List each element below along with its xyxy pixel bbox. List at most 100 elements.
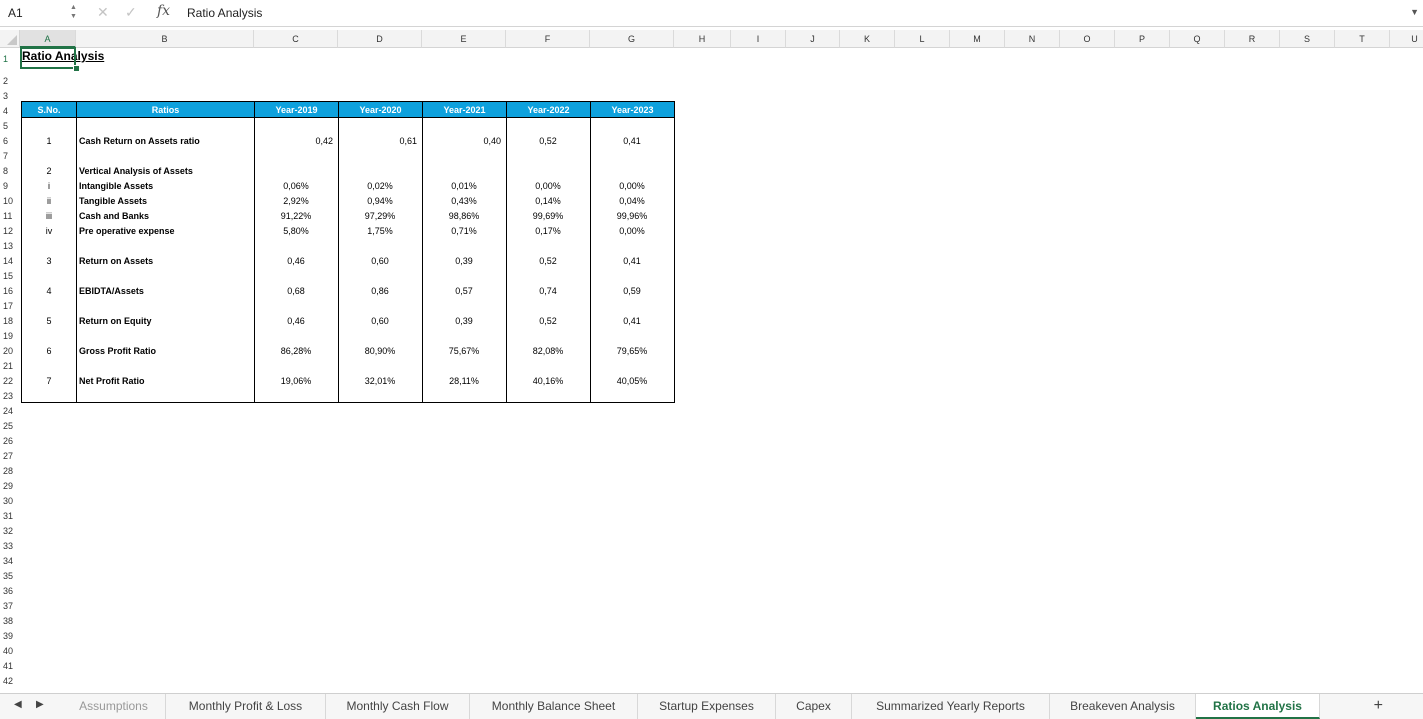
row-header-23[interactable]: 23 [0, 389, 20, 404]
column-header-t[interactable]: T [1335, 30, 1390, 48]
value-cell[interactable]: 91,22% [254, 211, 338, 221]
row-header-42[interactable]: 42 [0, 674, 20, 689]
tab-startup-expenses[interactable]: Startup Expenses [638, 694, 776, 719]
row-header-7[interactable]: 7 [0, 149, 20, 164]
row-header-38[interactable]: 38 [0, 614, 20, 629]
value-cell[interactable]: 0,60 [338, 316, 422, 326]
tab-ratios-analysis[interactable]: Ratios Analysis [1196, 694, 1320, 719]
value-cell[interactable]: 99,69% [506, 211, 590, 221]
row-header-3[interactable]: 3 [0, 89, 20, 104]
scroll-tabs-right-icon[interactable]: ▶ [36, 699, 44, 710]
value-cell[interactable]: 0,00% [590, 226, 674, 236]
tab-breakeven-analysis[interactable]: Breakeven Analysis [1050, 694, 1196, 719]
confirm-icon[interactable]: ✓ [125, 4, 137, 21]
row-header-40[interactable]: 40 [0, 644, 20, 659]
row-header-19[interactable]: 19 [0, 329, 20, 344]
value-cell[interactable]: 86,28% [254, 346, 338, 356]
ratio-cell[interactable]: Cash and Banks [79, 211, 149, 221]
column-header-u[interactable]: U [1390, 30, 1423, 48]
ratio-cell[interactable]: Tangible Assets [79, 196, 147, 206]
row-header-9[interactable]: 9 [0, 179, 20, 194]
ratio-cell[interactable]: EBIDTA/Assets [79, 286, 144, 296]
row-header-24[interactable]: 24 [0, 404, 20, 419]
row-header-29[interactable]: 29 [0, 479, 20, 494]
tab-monthly-balance-sheet[interactable]: Monthly Balance Sheet [470, 694, 638, 719]
header-year-2022[interactable]: Year-2022 [506, 101, 591, 118]
value-cell[interactable]: 40,16% [506, 376, 590, 386]
value-cell[interactable]: 0,04% [590, 196, 674, 206]
column-header-d[interactable]: D [338, 30, 422, 48]
value-cell[interactable]: 0,52 [506, 316, 590, 326]
select-all-corner[interactable] [0, 30, 20, 48]
row-header-22[interactable]: 22 [0, 374, 20, 389]
row-header-12[interactable]: 12 [0, 224, 20, 239]
row-header-33[interactable]: 33 [0, 539, 20, 554]
header-year-2021[interactable]: Year-2021 [422, 101, 507, 118]
value-cell[interactable]: 0,46 [254, 256, 338, 266]
insert-function-icon[interactable]: fx [157, 3, 170, 19]
scroll-tabs-left-icon[interactable]: ◀ [14, 699, 22, 710]
value-cell[interactable]: 75,67% [422, 346, 506, 356]
value-cell[interactable]: 0,94% [338, 196, 422, 206]
fill-handle[interactable] [73, 65, 80, 72]
tab-monthly-cash-flow[interactable]: Monthly Cash Flow [326, 694, 470, 719]
row-header-37[interactable]: 37 [0, 599, 20, 614]
row-header-30[interactable]: 30 [0, 494, 20, 509]
value-cell[interactable]: 0,68 [254, 286, 338, 296]
row-header-34[interactable]: 34 [0, 554, 20, 569]
sno-cell[interactable]: 3 [21, 256, 77, 266]
value-cell[interactable]: 0,00% [590, 181, 674, 191]
value-cell[interactable]: 0,40 [422, 136, 501, 146]
column-header-r[interactable]: R [1225, 30, 1280, 48]
value-cell[interactable]: 0,61 [338, 136, 417, 146]
row-header-26[interactable]: 26 [0, 434, 20, 449]
row-header-17[interactable]: 17 [0, 299, 20, 314]
sno-cell[interactable]: 5 [21, 316, 77, 326]
value-cell[interactable]: 97,29% [338, 211, 422, 221]
value-cell[interactable]: 99,96% [590, 211, 674, 221]
value-cell[interactable]: 0,42 [254, 136, 333, 146]
value-cell[interactable]: 0,74 [506, 286, 590, 296]
column-header-a[interactable]: A [20, 30, 76, 48]
add-sheet-icon[interactable]: + [1374, 697, 1383, 715]
value-cell[interactable]: 0,57 [422, 286, 506, 296]
row-header-15[interactable]: 15 [0, 269, 20, 284]
value-cell[interactable]: 80,90% [338, 346, 422, 356]
sno-cell[interactable]: 1 [21, 136, 77, 146]
row-header-1[interactable]: 1 [0, 52, 20, 67]
column-header-b[interactable]: B [76, 30, 254, 48]
value-cell[interactable]: 0,06% [254, 181, 338, 191]
row-header-4[interactable]: 4 [0, 104, 20, 119]
row-header-18[interactable]: 18 [0, 314, 20, 329]
row-header-36[interactable]: 36 [0, 584, 20, 599]
row-header-20[interactable]: 20 [0, 344, 20, 359]
value-cell[interactable]: 0,41 [590, 136, 674, 146]
value-cell[interactable]: 1,75% [338, 226, 422, 236]
header-ratios[interactable]: Ratios [76, 101, 255, 118]
value-cell[interactable]: 79,65% [590, 346, 674, 356]
value-cell[interactable]: 0,71% [422, 226, 506, 236]
sno-cell[interactable]: 6 [21, 346, 77, 356]
header-year-2019[interactable]: Year-2019 [254, 101, 339, 118]
column-header-k[interactable]: K [840, 30, 895, 48]
ratio-cell[interactable]: Intangible Assets [79, 181, 153, 191]
value-cell[interactable]: 0,41 [590, 316, 674, 326]
ratio-cell[interactable]: Return on Assets [79, 256, 153, 266]
value-cell[interactable]: 0,43% [422, 196, 506, 206]
row-header-21[interactable]: 21 [0, 359, 20, 374]
row-header-41[interactable]: 41 [0, 659, 20, 674]
value-cell[interactable]: 0,39 [422, 316, 506, 326]
tab-monthly-profit-loss[interactable]: Monthly Profit & Loss [166, 694, 326, 719]
value-cell[interactable]: 0,00% [506, 181, 590, 191]
ratio-cell[interactable]: Return on Equity [79, 316, 152, 326]
spreadsheet-grid[interactable]: ABCDEFGHIJKLMNOPQRSTU 1 2 3 4 5 6 7 8 9 10 11 12 13 1… [0, 26, 1423, 693]
value-cell[interactable]: 0,60 [338, 256, 422, 266]
value-cell[interactable]: 0,59 [590, 286, 674, 296]
row-header-35[interactable]: 35 [0, 569, 20, 584]
column-header-j[interactable]: J [786, 30, 840, 48]
column-header-n[interactable]: N [1005, 30, 1060, 48]
row-header-13[interactable]: 13 [0, 239, 20, 254]
value-cell[interactable]: 40,05% [590, 376, 674, 386]
ratio-cell[interactable]: Net Profit Ratio [79, 376, 145, 386]
row-header-6[interactable]: 6 [0, 134, 20, 149]
